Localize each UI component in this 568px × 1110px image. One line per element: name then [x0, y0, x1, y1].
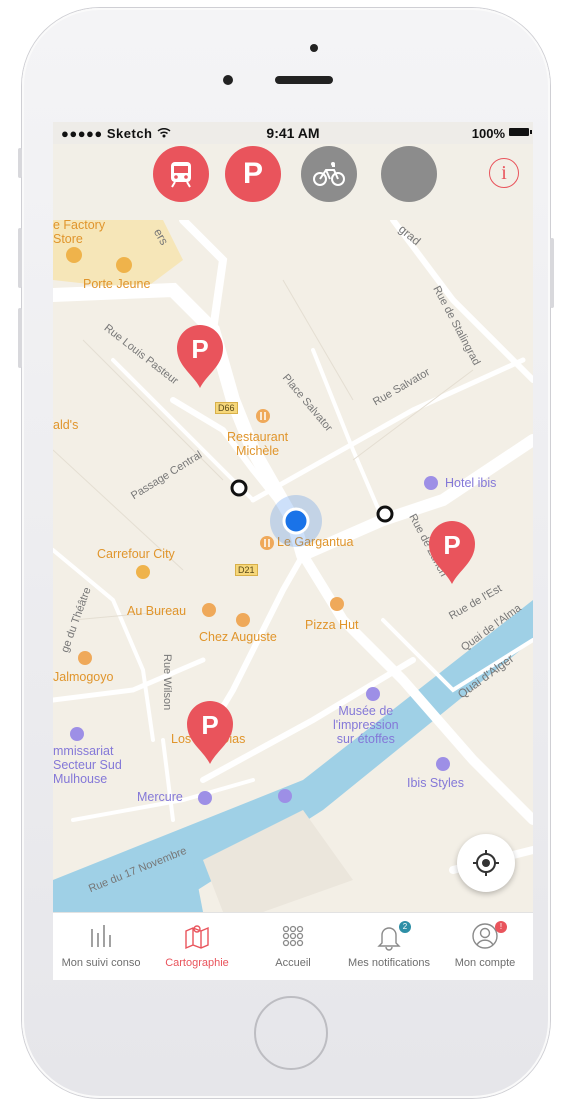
place-jalmogoyo[interactable]: Jalmogoyo: [53, 670, 113, 684]
place-porte-jeune[interactable]: Porte Jeune: [83, 277, 150, 291]
notification-badge: 2: [399, 921, 411, 933]
route-waypoint-start[interactable]: [229, 478, 249, 498]
parking-pin[interactable]: P: [175, 324, 225, 390]
home-button[interactable]: [254, 996, 328, 1070]
parking-pin[interactable]: P: [427, 520, 477, 586]
parking-pin-icon: P: [187, 701, 233, 764]
tab-label: Mon suivi conso: [61, 957, 141, 969]
restaurant-icon: [78, 651, 92, 665]
hotel-icon: [424, 476, 438, 490]
place-hotel-ibis[interactable]: Hotel ibis: [445, 476, 496, 490]
svg-text:P: P: [191, 334, 208, 364]
restaurant-icon: [202, 603, 216, 617]
front-sensor: [310, 44, 318, 52]
place-mercure[interactable]: Mercure: [137, 790, 183, 804]
place-restaurant-michele[interactable]: Restaurant Michèle: [227, 430, 288, 458]
shopping-icon: [66, 247, 82, 263]
place-pizza-hut[interactable]: Pizza Hut: [305, 618, 359, 632]
place-au-bureau[interactable]: Au Bureau: [127, 604, 186, 618]
tab-label: Mon compte: [454, 957, 516, 969]
power-button: [550, 238, 554, 308]
blank-filter-button[interactable]: [381, 146, 437, 202]
app-screen: e Factory Store Porte Jeune ald's Restaur…: [53, 122, 533, 980]
place-alds[interactable]: ald's: [53, 418, 78, 432]
road-shield-d66: D66: [215, 402, 238, 414]
map-view[interactable]: e Factory Store Porte Jeune ald's Restaur…: [53, 218, 533, 912]
user-location-marker: [270, 495, 322, 547]
account-badge: !: [495, 921, 507, 933]
map-icon: [185, 925, 209, 950]
place-musee[interactable]: Musée de l'impression sur étoffes: [333, 704, 399, 746]
place-ibis-styles[interactable]: Ibis Styles: [407, 776, 464, 790]
road-shield-d21: D21: [235, 564, 258, 576]
tab-mes-notifications[interactable]: 2 Mes notifications: [341, 921, 437, 977]
bar-chart-icon: [91, 925, 111, 947]
tab-label: Accueil: [275, 957, 311, 969]
shopping-icon: [116, 257, 132, 273]
parking-filter-button[interactable]: P: [225, 146, 281, 202]
route-waypoint-end[interactable]: [375, 504, 395, 524]
restaurant-icon: [256, 409, 270, 423]
svg-text:P: P: [201, 710, 218, 740]
mute-switch: [18, 148, 22, 178]
place-chez-auguste[interactable]: Chez Auguste: [199, 630, 277, 644]
restaurant-icon: [330, 597, 344, 611]
info-button[interactable]: i: [489, 158, 519, 188]
parking-p-icon: P: [242, 157, 263, 190]
tab-cartographie[interactable]: Cartographie: [149, 921, 245, 977]
hotel-icon: [198, 791, 212, 805]
hotel-icon: [278, 789, 292, 803]
tab-label: Cartographie: [165, 957, 229, 969]
tab-accueil[interactable]: Accueil: [245, 921, 341, 977]
parking-pin-icon: P: [177, 325, 223, 388]
place-factory-store[interactable]: e Factory Store: [53, 218, 105, 246]
volume-down-button: [18, 308, 22, 368]
grid-icon: [282, 925, 304, 947]
parking-pin[interactable]: P: [185, 700, 235, 766]
restaurant-icon: [236, 613, 250, 627]
volume-up-button: [18, 228, 22, 288]
bike-filter-button[interactable]: [301, 146, 357, 202]
place-commissariat[interactable]: mmissariat Secteur Sud Mulhouse: [53, 744, 122, 786]
filter-bar: P i: [53, 122, 533, 220]
bicycle-icon: [313, 162, 345, 186]
police-icon: [70, 727, 84, 741]
tab-mon-suivi-conso[interactable]: Mon suivi conso: [53, 921, 149, 977]
hotel-icon: [436, 757, 450, 771]
place-carrefour-city[interactable]: Carrefour City: [97, 547, 175, 561]
tab-bar: Mon suivi conso Cartographie Accueil 2 M…: [53, 912, 533, 980]
front-camera: [223, 75, 233, 85]
earpiece-speaker: [275, 76, 333, 84]
crosshair-icon: [473, 850, 499, 876]
tab-mon-compte[interactable]: ! Mon compte: [437, 921, 533, 977]
tab-label: Mes notifications: [348, 957, 430, 969]
road-rue-wilson: Rue Wilson: [161, 654, 173, 711]
svg-text:P: P: [443, 530, 460, 560]
locate-me-button[interactable]: [457, 834, 515, 892]
museum-icon: [366, 687, 380, 701]
tram-icon: [171, 162, 191, 188]
shopping-icon: [136, 565, 150, 579]
parking-pin-icon: P: [429, 521, 475, 584]
transport-filter-button[interactable]: [153, 146, 209, 202]
